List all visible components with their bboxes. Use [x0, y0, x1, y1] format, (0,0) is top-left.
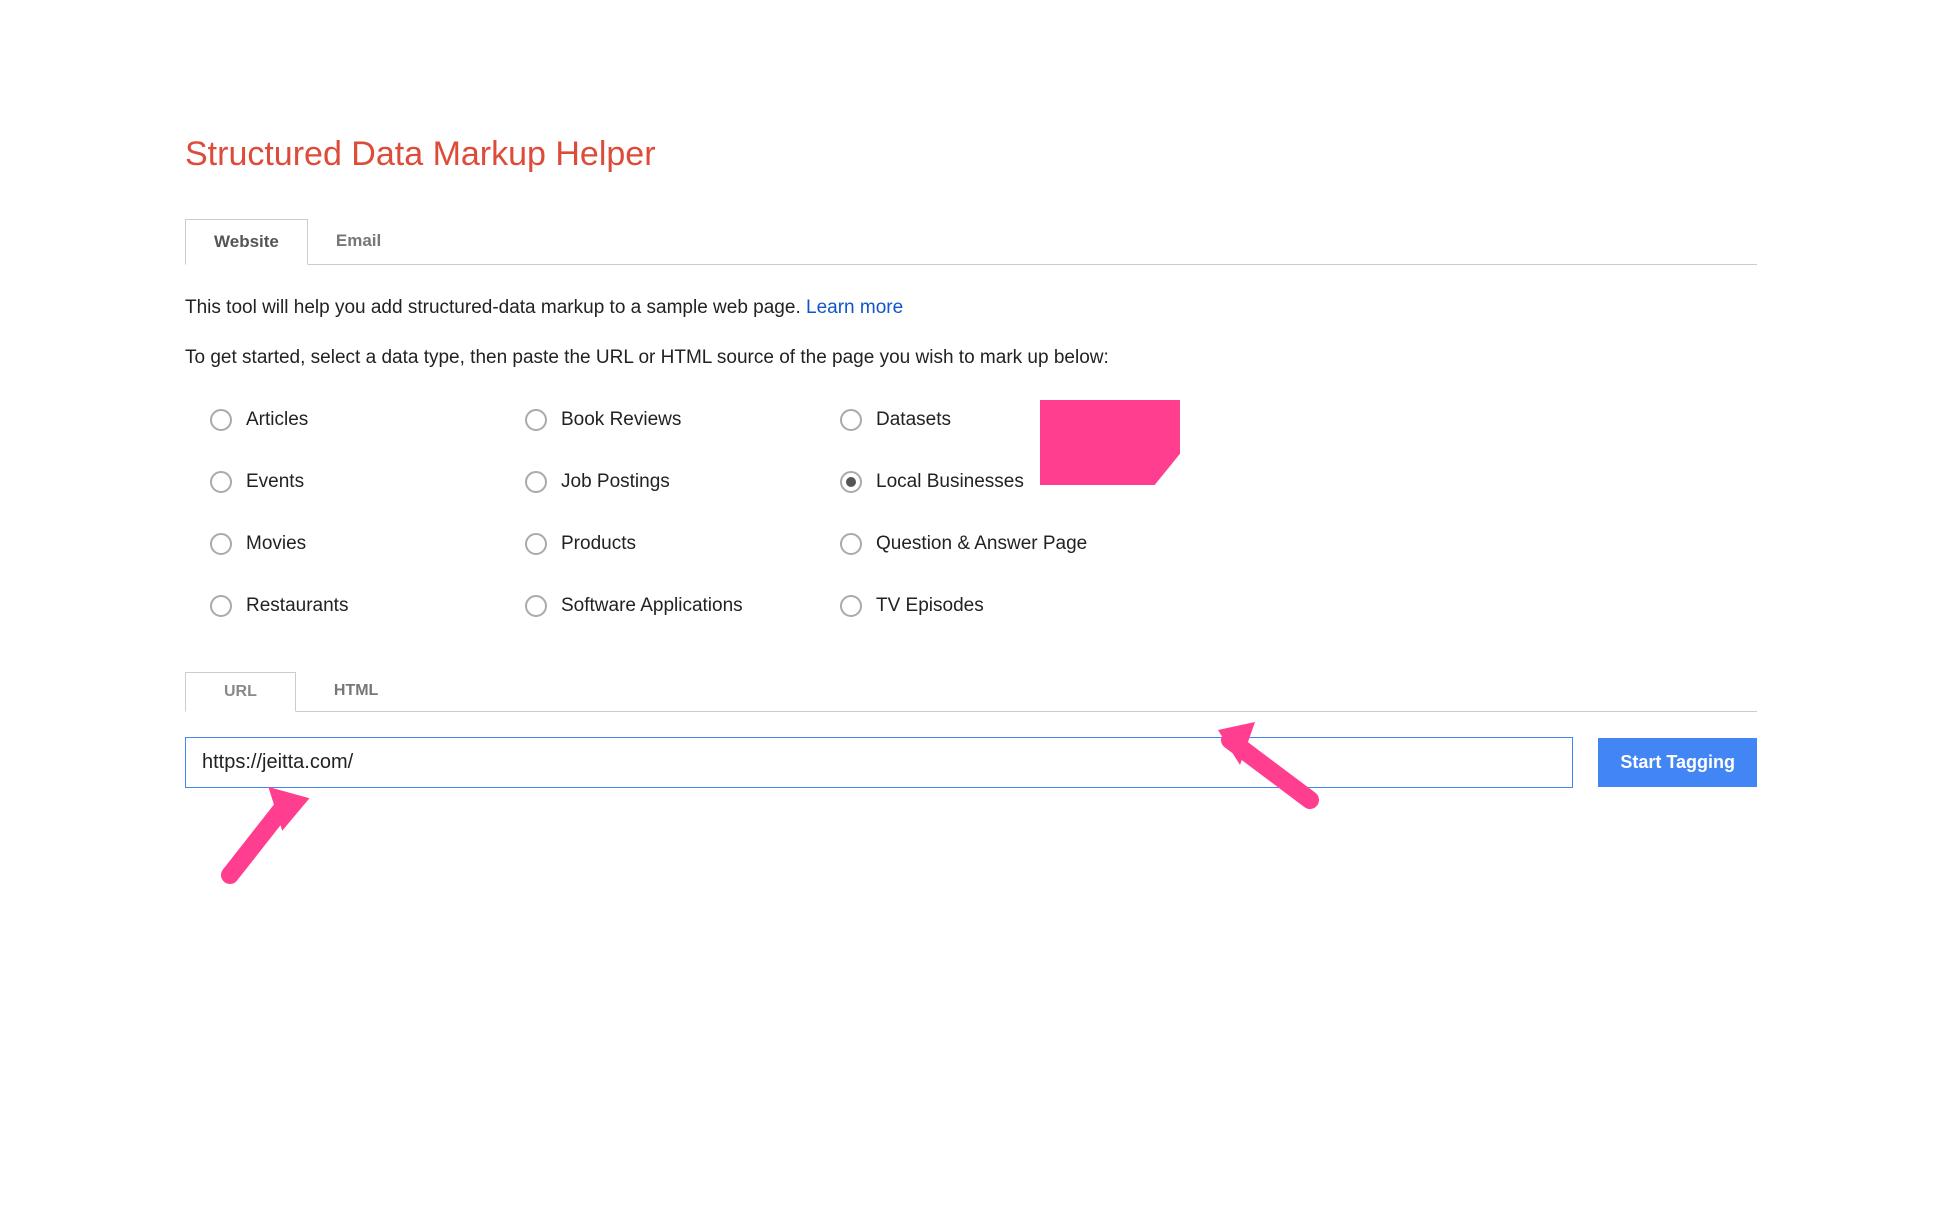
radio-label: Events — [246, 471, 304, 493]
tab-website[interactable]: Website — [185, 219, 308, 265]
source-tabs: URL HTML — [185, 672, 1757, 712]
radio-label: Datasets — [876, 409, 951, 431]
radio-products[interactable]: Products — [525, 533, 840, 555]
radio-datasets[interactable]: Datasets — [840, 409, 1155, 431]
page-title: Structured Data Markup Helper — [185, 135, 1757, 174]
radio-label: Restaurants — [246, 595, 348, 617]
tab-url[interactable]: URL — [185, 672, 296, 712]
radio-icon — [210, 595, 232, 617]
radio-software-apps[interactable]: Software Applications — [525, 595, 840, 617]
radio-icon — [525, 409, 547, 431]
radio-restaurants[interactable]: Restaurants — [210, 595, 525, 617]
radio-label: Job Postings — [561, 471, 670, 493]
input-row: Start Tagging — [185, 737, 1757, 788]
radio-job-postings[interactable]: Job Postings — [525, 471, 840, 493]
learn-more-link[interactable]: Learn more — [806, 297, 903, 318]
start-tagging-button[interactable]: Start Tagging — [1598, 738, 1757, 787]
description-text: This tool will help you add structured-d… — [185, 295, 1757, 322]
radio-icon — [210, 471, 232, 493]
radio-label: Local Businesses — [876, 471, 1024, 493]
tab-html[interactable]: HTML — [296, 672, 416, 711]
radio-icon — [840, 471, 862, 493]
radio-label: Software Applications — [561, 595, 743, 617]
radio-icon — [840, 409, 862, 431]
radio-label: TV Episodes — [876, 595, 984, 617]
radio-icon — [840, 533, 862, 555]
radio-movies[interactable]: Movies — [210, 533, 525, 555]
radio-label: Movies — [246, 533, 306, 555]
radio-label: Question & Answer Page — [876, 533, 1087, 555]
radio-icon — [840, 595, 862, 617]
radio-events[interactable]: Events — [210, 471, 525, 493]
annotation-arrow-icon — [210, 775, 320, 885]
description-prefix: This tool will help you add structured-d… — [185, 297, 806, 318]
radio-label: Book Reviews — [561, 409, 681, 431]
url-input[interactable] — [185, 737, 1573, 788]
top-tabs: Website Email — [185, 219, 1757, 265]
radio-label: Products — [561, 533, 636, 555]
radio-tv-episodes[interactable]: TV Episodes — [840, 595, 1155, 617]
radio-icon — [210, 533, 232, 555]
radio-icon — [525, 533, 547, 555]
radio-articles[interactable]: Articles — [210, 409, 525, 431]
radio-icon — [525, 595, 547, 617]
radio-label: Articles — [246, 409, 308, 431]
radio-icon — [210, 409, 232, 431]
radio-qa-page[interactable]: Question & Answer Page — [840, 533, 1155, 555]
instructions-text: To get started, select a data type, then… — [185, 347, 1757, 369]
radio-icon — [525, 471, 547, 493]
radio-book-reviews[interactable]: Book Reviews — [525, 409, 840, 431]
tab-email[interactable]: Email — [308, 219, 409, 264]
radio-local-businesses[interactable]: Local Businesses — [840, 471, 1155, 493]
data-type-grid: Articles Book Reviews Datasets Events Jo… — [210, 409, 1757, 617]
